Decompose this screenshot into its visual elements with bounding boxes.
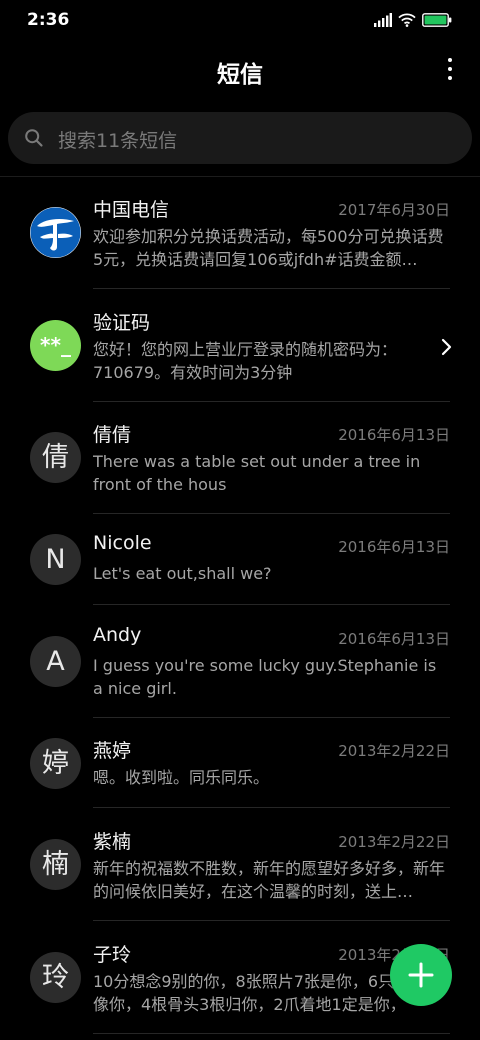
- message-item[interactable]: 楠 紫楠 2013年2月22日 新年的祝福数不胜数，新年的愿望好多好多，新年的问…: [0, 808, 480, 921]
- avatar: N: [30, 534, 81, 585]
- message-item[interactable]: 婷 燕婷 2013年2月22日 嗯。收到啦。同乐同乐。: [0, 718, 480, 808]
- divider: [93, 1033, 450, 1034]
- new-message-button[interactable]: [390, 944, 452, 1006]
- message-preview: 您好！您的网上营业厅登录的随机密码为：710679。有效时间为3分钟: [93, 340, 398, 382]
- status-bar: 2:36: [0, 0, 480, 40]
- status-time: 2:36: [27, 10, 70, 30]
- chevron-right-icon[interactable]: [440, 337, 454, 357]
- message-date: 2016年6月13日: [338, 630, 450, 648]
- search-input[interactable]: 搜索11条短信: [8, 112, 472, 164]
- message-item[interactable]: 倩 倩倩 2016年6月13日 There was a table set ou…: [0, 402, 480, 514]
- message-preview: There was a table set out under a tree i…: [93, 452, 421, 494]
- wifi-icon: [398, 13, 416, 27]
- message-preview: I guess you're some lucky guy.Stephanie …: [93, 656, 437, 698]
- message-date: 2016年6月13日: [338, 426, 450, 444]
- message-item[interactable]: A Andy 2016年6月13日 I guess you're some lu…: [0, 605, 480, 718]
- message-preview: Let's eat out,shall we?: [93, 564, 272, 583]
- sender-name: 燕婷: [93, 740, 132, 762]
- search-placeholder: 搜索11条短信: [58, 130, 178, 152]
- message-preview: 嗯。收到啦。同乐同乐。: [93, 768, 270, 787]
- message-date: 2013年2月22日: [338, 742, 450, 760]
- message-list: 中国电信 2017年6月30日 欢迎参加积分兑换话费活动，每500分可兑换话费5…: [0, 177, 480, 1034]
- status-icons: [374, 12, 452, 28]
- more-vertical-icon: [448, 58, 452, 62]
- sender-name: 验证码: [93, 312, 151, 334]
- app-header: 短信: [0, 40, 480, 100]
- search-icon: [25, 129, 43, 147]
- sender-name: Andy: [93, 624, 142, 646]
- avatar: 楠: [30, 839, 81, 890]
- sender-name: 中国电信: [93, 199, 170, 221]
- avatar: **_: [30, 320, 81, 371]
- sender-name: 紫楠: [93, 831, 132, 853]
- message-preview: 新年的祝福数不胜数，新年的愿望好多好多，新年的问候依旧美好，在这个温馨的时刻，送…: [93, 859, 446, 901]
- message-item[interactable]: **_ 验证码 您好！您的网上营业厅登录的随机密码为：710679。有效时间为3…: [0, 289, 480, 402]
- china-telecom-logo-icon: [30, 207, 81, 258]
- page-title: 短信: [217, 62, 263, 88]
- sender-name: 子玲: [93, 944, 132, 966]
- avatar: 玲: [30, 952, 81, 1003]
- message-date: 2016年6月13日: [338, 538, 450, 556]
- plus-icon: [408, 962, 434, 988]
- sender-name: 倩倩: [93, 424, 132, 446]
- more-options-button[interactable]: [442, 54, 458, 84]
- message-date: 2013年2月22日: [338, 833, 450, 851]
- avatar: 倩: [30, 432, 81, 483]
- avatar: 婷: [30, 738, 81, 789]
- sender-name: Nicole: [93, 532, 152, 554]
- battery-icon: [422, 13, 452, 27]
- message-item[interactable]: 中国电信 2017年6月30日 欢迎参加积分兑换话费活动，每500分可兑换话费5…: [0, 177, 480, 289]
- message-date: 2017年6月30日: [338, 201, 450, 219]
- message-item[interactable]: N Nicole 2016年6月13日 Let's eat out,shall …: [0, 514, 480, 605]
- signal-icon: [374, 13, 392, 27]
- message-preview: 欢迎参加积分兑换话费活动，每500分可兑换话费5元，兑换话费请回复106或jfd…: [93, 227, 444, 269]
- avatar: A: [30, 636, 81, 687]
